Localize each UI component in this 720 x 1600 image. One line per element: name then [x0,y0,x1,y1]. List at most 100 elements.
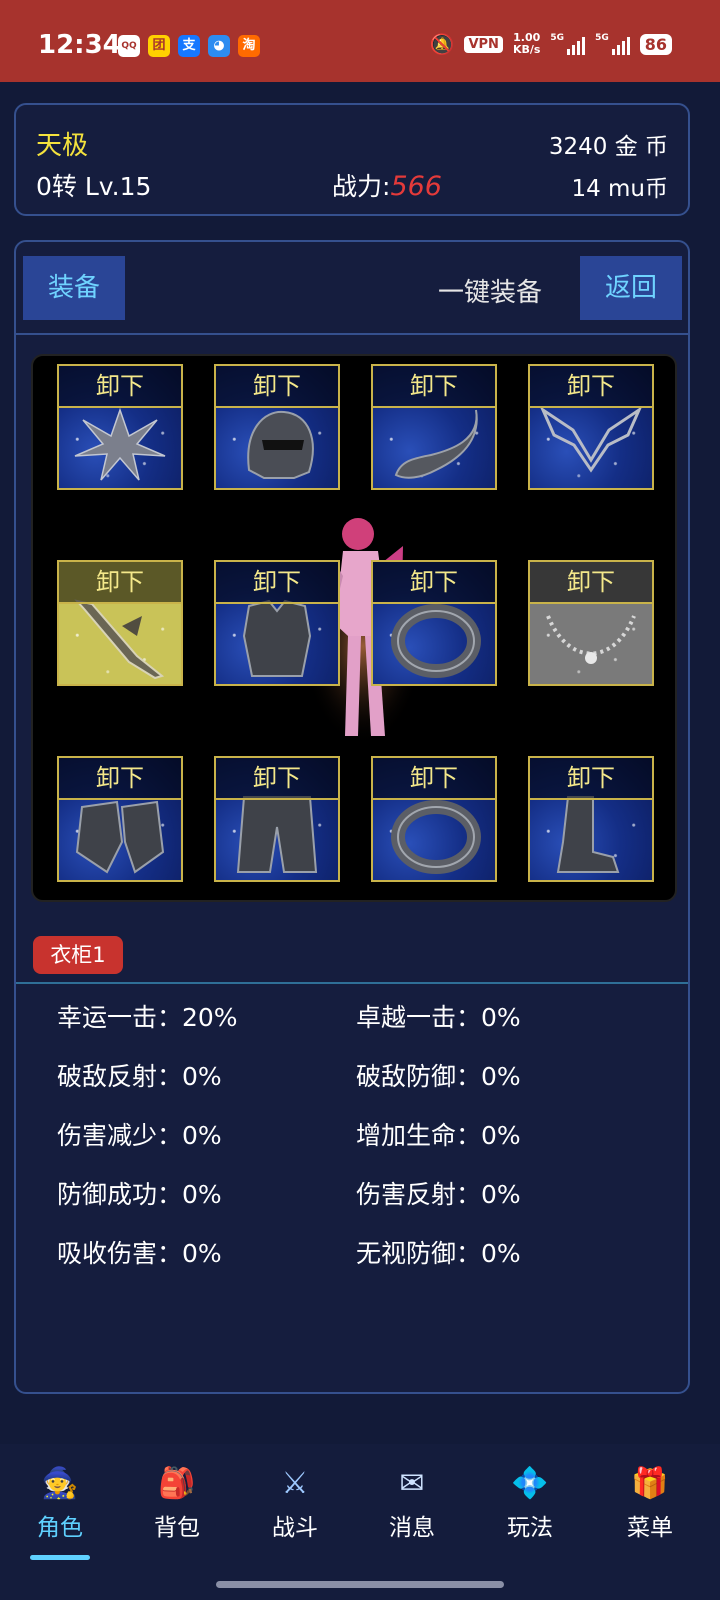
vpn-badge: VPN [464,35,503,53]
mu-currency: 14 mu币 [571,176,668,202]
power-value: 566 [390,171,442,202]
equip-slot-helmet[interactable]: 卸下 [214,364,340,490]
mute-bell-icon: 🔕 [429,32,455,56]
equip-slot-weapon[interactable]: 卸下 [57,364,183,490]
qq-icon: QQ [118,35,140,57]
back-button[interactable]: 返回 [580,256,682,320]
nav-menu[interactable]: 🎁 菜单 [600,1464,700,1542]
equipment-toolbar: 装备 一键装备 返回 [16,242,688,335]
player-level: 0转 Lv.15 [36,172,152,201]
equip-slot-sword[interactable]: 卸下 [57,560,183,686]
stat-life-increase: 增加生命：0% [356,1121,521,1150]
unequip-button[interactable]: 卸下 [216,366,338,408]
meituan-icon: 团 [148,35,170,57]
unequip-button[interactable]: 卸下 [59,562,181,604]
nav-battle[interactable]: ⚔ 战斗 [245,1464,345,1542]
status-right: 🔕 VPN 1.00 KB/s 5G 5G 86 [430,32,672,56]
bottom-navigation: 🧙 角色 🎒 背包 ⚔ 战斗 ✉ 消息 💠 玩法 🎁 菜单 [0,1444,720,1600]
unequip-button[interactable]: 卸下 [216,562,338,604]
equipment-grid: 卸下 卸下 卸下 卸下 卸下 卸下 卸下 卸下 卸下 卸下 卸下 卸下 [31,354,677,902]
pants-icon [236,796,318,873]
armor-icon [242,599,312,677]
necklace-icon [546,615,636,664]
wardrobe-tab[interactable]: 衣柜1 [33,936,123,974]
network-type: 5G [550,33,565,43]
nav-label: 消息 [389,1515,435,1541]
unequip-button[interactable]: 卸下 [373,758,495,800]
signal-icon-2: 5G [595,33,630,55]
notification-icons: QQ 团 支 ◕ 淘 [118,35,260,57]
nav-backpack[interactable]: 🎒 背包 [127,1464,227,1542]
equip-slot-armor[interactable]: 卸下 [214,560,340,686]
stat-excellent-hit: 卓越一击：0% [356,1003,521,1032]
pendant-icon [394,409,478,479]
divider [16,982,688,984]
equip-slot-boots[interactable]: 卸下 [528,756,654,882]
unequip-button[interactable]: 卸下 [373,562,495,604]
equipment-panel: 装备 一键装备 返回 卸下 卸下 卸下 卸下 卸下 卸下 卸下 卸下 卸下 卸下… [14,240,690,1394]
power-label: 战力: [332,172,391,201]
crossed-swords-icon: ⚔ [281,1466,309,1501]
ring-icon [391,604,481,678]
player-name: 天极 [36,131,89,161]
status-bar: 12:34 QQ 团 支 ◕ 淘 🔕 VPN 1.00 KB/s 5G 5G 8… [0,0,720,82]
nav-messages[interactable]: ✉ 消息 [362,1464,462,1542]
combat-power: 战力:566 [332,167,442,203]
equip-slot-pants[interactable]: 卸下 [214,756,340,882]
stat-ignore-defense: 无视防御：0% [356,1239,521,1268]
battery-icon: 86 [639,33,672,55]
helmet-icon [247,410,314,479]
stat-defense-success: 防御成功：0% [57,1180,222,1209]
unequip-button[interactable]: 卸下 [216,758,338,800]
boots-icon [556,796,620,873]
nav-label: 菜单 [627,1515,673,1541]
equip-slot-necklace[interactable]: 卸下 [528,560,654,686]
network-speed: 1.00 KB/s [513,32,540,56]
unequip-button[interactable]: 卸下 [373,366,495,408]
star-weapon-icon [74,407,166,481]
signal-icon: 5G [550,33,586,55]
sword-icon [74,599,165,680]
nav-label: 玩法 [507,1515,553,1541]
backpack-icon: 🎒 [158,1466,196,1501]
equip-slot-ring-1[interactable]: 卸下 [371,560,497,686]
envelope-icon: ✉ [399,1466,425,1501]
player-info-panel: 天极 0转 Lv.15 战力:566 3240 金 币 14 mu币 [14,103,690,216]
speed-unit: KB/s [512,43,541,56]
wizard-icon: 🧙 [41,1466,79,1501]
chat-icon: ◕ [208,35,230,57]
gloves-icon [75,800,165,874]
equip-slot-pendant[interactable]: 卸下 [371,364,497,490]
unequip-button[interactable]: 卸下 [59,758,181,800]
equip-slot-ring-2[interactable]: 卸下 [371,756,497,882]
nav-character[interactable]: 🧙 角色 [10,1464,110,1542]
stat-damage-reduction: 伤害减少：0% [57,1121,222,1150]
stat-break-reflect: 破敌反射：0% [57,1062,222,1091]
network-type-2: 5G [595,33,609,43]
status-time: 12:34 [38,30,121,60]
active-tab-indicator [30,1555,90,1560]
alipay-icon: 支 [178,35,200,57]
unequip-button[interactable]: 卸下 [530,562,652,604]
equip-slot-gloves[interactable]: 卸下 [57,756,183,882]
unequip-button[interactable]: 卸下 [59,366,181,408]
unequip-button[interactable]: 卸下 [530,366,652,408]
gold-currency: 3240 金 币 [548,134,668,160]
home-indicator[interactable] [216,1581,504,1588]
taobao-icon: 淘 [238,35,260,57]
stat-break-defense: 破敌防御：0% [356,1062,521,1091]
equip-slot-wings[interactable]: 卸下 [528,364,654,490]
stat-absorb-damage: 吸收伤害：0% [57,1239,222,1268]
nav-label: 战斗 [272,1515,318,1541]
wings-icon [539,405,643,473]
diamond-icon: 💠 [511,1466,549,1501]
stat-damage-reflect: 伤害反射：0% [356,1180,521,1209]
unequip-button[interactable]: 卸下 [530,758,652,800]
tab-equipment[interactable]: 装备 [23,256,125,320]
ring-icon [391,800,481,874]
nav-label: 背包 [154,1515,200,1541]
nav-gameplay[interactable]: 💠 玩法 [480,1464,580,1542]
one-key-equip-button[interactable]: 一键装备 [438,272,542,309]
gift-icon: 🎁 [631,1466,669,1501]
stat-lucky-hit: 幸运一击：20% [57,1003,238,1032]
